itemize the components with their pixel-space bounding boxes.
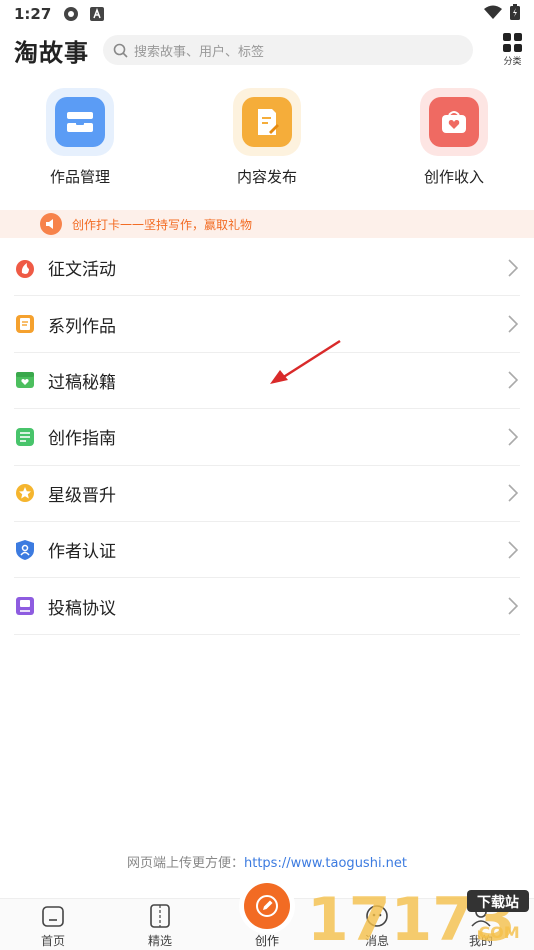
flame-icon	[14, 257, 36, 279]
chevron-right-icon	[508, 541, 518, 559]
tab-create-label: 创作	[254, 934, 279, 948]
menu-item-creation-guide[interactable]: 创作指南	[14, 409, 520, 466]
notice-banner[interactable]: 创作打卡一一坚持写作，赢取礼物	[0, 210, 534, 238]
menu-item-label: 星级晋升	[48, 485, 116, 506]
shortcut-label: 内容发布	[236, 168, 297, 186]
wifi-icon	[484, 5, 502, 23]
box-icon	[14, 369, 36, 391]
chevron-right-icon	[508, 259, 518, 277]
menu-item-submission-tips[interactable]: 过稿秘籍	[14, 353, 520, 410]
agreement-icon	[14, 595, 36, 617]
battery-icon	[510, 4, 520, 24]
search-input[interactable]: 搜索故事、用户、标签	[103, 35, 473, 65]
creation-income-icon	[420, 88, 488, 156]
create-button[interactable]	[244, 883, 290, 929]
chevron-right-icon	[508, 315, 518, 333]
menu-item-label: 创作指南	[48, 429, 116, 450]
web-upload-prefix: 网页端上传更方便：	[126, 856, 244, 871]
home-icon	[40, 903, 66, 929]
book-icon	[14, 313, 36, 335]
shortcut-label: 作品管理	[49, 168, 110, 186]
shortcut-creation-income[interactable]: 创作收入	[394, 88, 514, 187]
menu-item-submission-agreement[interactable]: 投稿协议	[14, 578, 520, 635]
tab-label: 首页	[40, 934, 65, 948]
app-logo: 淘故事	[14, 33, 89, 68]
menu-item-label: 过稿秘籍	[48, 372, 116, 393]
chevron-right-icon	[508, 371, 518, 390]
grid-icon	[503, 33, 522, 52]
svg-text:下载站: 下载站	[477, 894, 519, 911]
menu-item-series-works[interactable]: 系列作品	[14, 296, 520, 353]
tab-featured[interactable]: 精选	[120, 903, 200, 949]
shortcut-row: 作品管理 内容发布 创作收入	[0, 88, 534, 198]
menu-list: 征文活动 系列作品 过稿秘籍 创作指南 星级晋升 作者认证 投稿协议	[14, 240, 520, 635]
logo-text: 淘故事	[14, 38, 89, 67]
notice-text: 创作打卡一一坚持写作，赢取礼物	[72, 217, 253, 232]
featured-icon	[147, 903, 173, 929]
shortcut-content-publish[interactable]: 内容发布	[207, 88, 327, 187]
menu-item-star-promotion[interactable]: 星级晋升	[14, 466, 520, 522]
search-icon	[113, 43, 128, 58]
web-upload-note: 网页端上传更方便：https://www.taogushi.net	[0, 852, 534, 871]
tab-label: 精选	[147, 934, 172, 948]
shield-icon	[14, 539, 36, 561]
content-publish-icon	[233, 88, 301, 156]
speaker-icon	[40, 213, 62, 235]
annotation-arrow-icon	[270, 339, 341, 384]
chevron-right-icon	[508, 484, 518, 502]
font-icon	[89, 6, 105, 22]
chevron-right-icon	[508, 597, 518, 615]
menu-item-author-verification[interactable]: 作者认证	[14, 522, 520, 579]
web-upload-link[interactable]: https://www.taogushi.net	[244, 856, 407, 871]
menu-item-label: 系列作品	[48, 316, 116, 337]
status-bar: 1:27	[0, 0, 534, 28]
tab-home[interactable]: 首页	[13, 903, 93, 949]
shortcut-label: 创作收入	[423, 168, 484, 186]
shortcut-works-management[interactable]: 作品管理	[20, 88, 140, 187]
app-header: 淘故事 搜索故事、用户、标签 分类	[0, 30, 534, 70]
menu-item-label: 征文活动	[48, 260, 116, 281]
menu-item-essay-contest[interactable]: 征文活动	[14, 240, 520, 297]
chevron-right-icon	[508, 428, 518, 446]
sync-icon	[63, 6, 79, 22]
category-label: 分类	[503, 57, 522, 67]
category-button[interactable]: 分类	[503, 33, 522, 67]
search-placeholder: 搜索故事、用户、标签	[134, 44, 265, 60]
status-time: 1:27	[14, 5, 52, 23]
watermark-logo: 17173 下载站 COM	[307, 885, 529, 946]
star-icon	[14, 482, 36, 504]
menu-item-label: 作者认证	[48, 542, 116, 563]
svg-text:COM: COM	[478, 923, 519, 942]
works-management-icon	[46, 88, 114, 156]
menu-item-label: 投稿协议	[48, 598, 116, 619]
document-icon	[14, 426, 36, 448]
pencil-icon	[256, 895, 278, 917]
